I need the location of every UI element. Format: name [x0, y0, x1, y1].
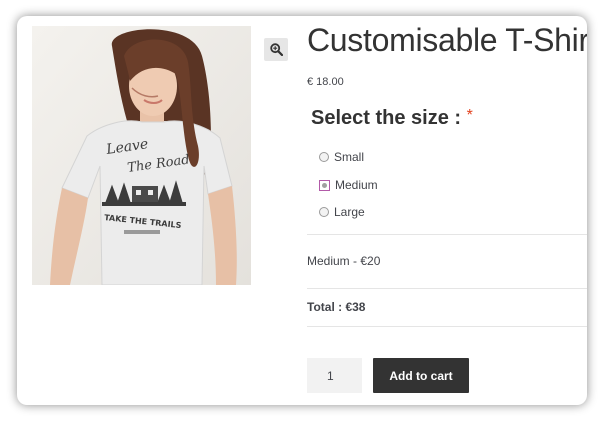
size-option-medium[interactable]: Medium [319, 178, 378, 192]
size-heading-label: Select the size : [311, 107, 462, 129]
size-option-small[interactable]: Small [319, 150, 364, 164]
radio-small[interactable] [319, 152, 329, 162]
size-option-label: Medium [335, 178, 378, 192]
divider [307, 288, 587, 289]
size-option-label: Large [334, 205, 365, 219]
product-price: € 18.00 [307, 76, 344, 88]
selection-summary: Medium - €20 [307, 254, 381, 268]
add-to-cart-button[interactable]: Add to cart [373, 358, 469, 393]
magnifier-plus-icon [269, 43, 283, 56]
product-card: Leave The Road TAKE THE TRAILS Customisa… [17, 16, 587, 405]
tshirt-model-photo: Leave The Road TAKE THE TRAILS [32, 26, 251, 285]
radio-medium[interactable] [319, 179, 330, 191]
total-price: Total : €38 [307, 300, 366, 314]
size-heading: Select the size : * [311, 107, 473, 130]
divider [307, 234, 587, 235]
required-mark: * [466, 107, 473, 124]
product-image[interactable]: Leave The Road TAKE THE TRAILS [32, 26, 251, 285]
radio-large[interactable] [319, 207, 329, 217]
zoom-button[interactable] [264, 38, 288, 61]
quantity-input[interactable] [307, 358, 362, 393]
size-option-large[interactable]: Large [319, 205, 365, 219]
size-option-label: Small [334, 150, 365, 164]
product-title: Customisable T-Shirt [307, 22, 587, 58]
divider [307, 326, 587, 327]
